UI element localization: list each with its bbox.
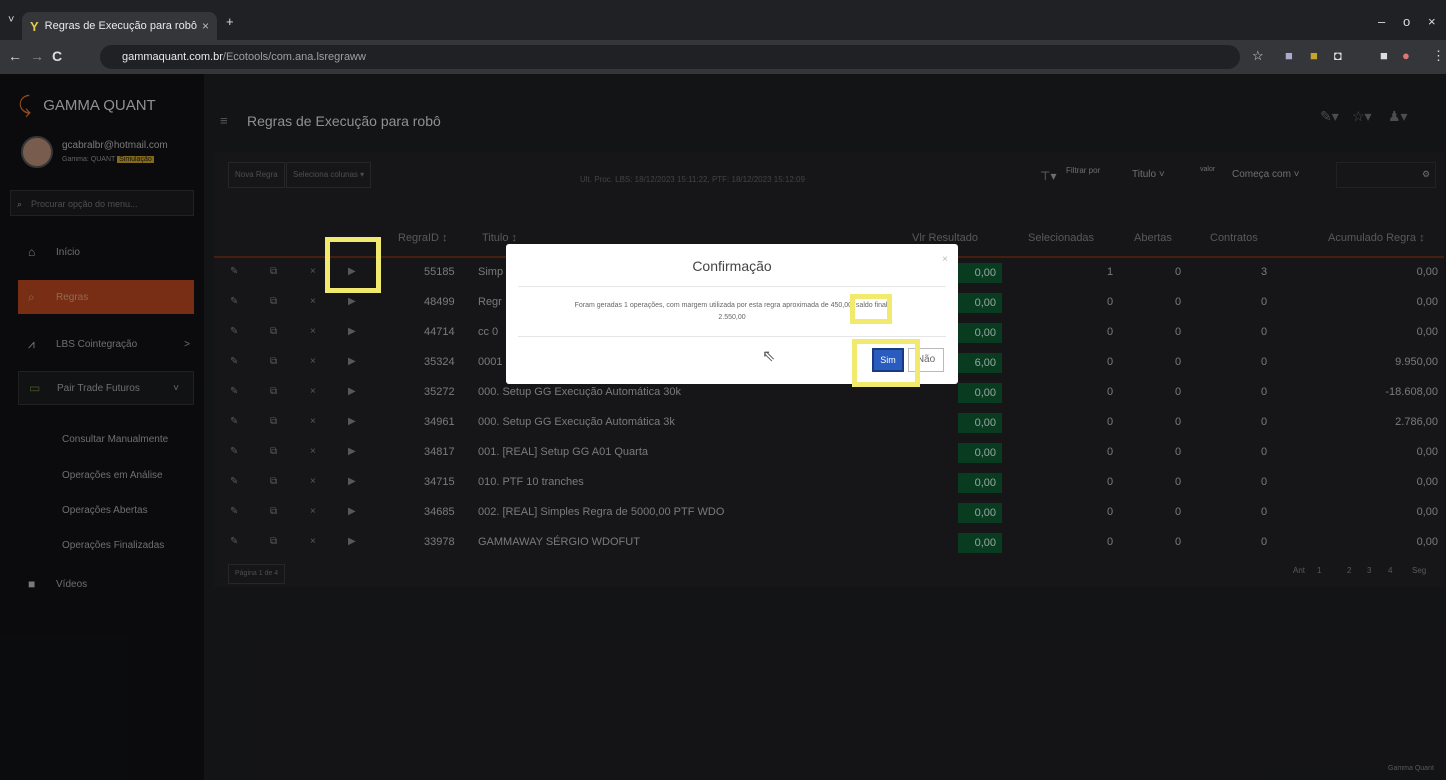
side-panel-icon[interactable]: ■: [1380, 48, 1388, 63]
divider: [518, 286, 946, 287]
margin-amount: 450,00: [830, 302, 853, 309]
browser-menu-icon[interactable]: ⋮: [1432, 48, 1445, 64]
back-icon[interactable]: ←: [8, 48, 22, 64]
highlight-box: [325, 237, 381, 293]
extensions-puzzle-icon[interactable]: ◘: [1334, 48, 1342, 63]
highlight-box: [850, 294, 892, 324]
extension-icon[interactable]: ■: [1285, 48, 1293, 63]
modal-backdrop[interactable]: [0, 74, 1446, 780]
message-part-a: Foram geradas 1 operações, com margem ut…: [574, 302, 829, 309]
highlight-box: [852, 339, 920, 387]
close-window-icon[interactable]: ×: [1428, 14, 1436, 29]
maximize-icon[interactable]: o: [1403, 14, 1410, 29]
bookmark-star-icon[interactable]: ☆: [1252, 48, 1264, 64]
site-logo-icon: Y: [30, 18, 39, 34]
minimize-icon[interactable]: –: [1378, 14, 1385, 29]
mouse-cursor-icon: ⇖: [762, 348, 776, 365]
tab-menu-icon[interactable]: ˅: [8, 14, 14, 26]
browser-tab[interactable]: Y Regras de Execução para robô ×: [22, 12, 217, 40]
forward-icon[interactable]: →: [30, 48, 44, 64]
url-path: /Ecotools/com.ana.lsregraww: [222, 51, 366, 63]
tab-close-icon[interactable]: ×: [202, 19, 209, 33]
reload-icon[interactable]: C: [52, 48, 62, 64]
tab-title: Regras de Execução para robô: [44, 20, 197, 32]
divider: [518, 336, 946, 337]
url-input[interactable]: gammaquant.com.br/Ecotools/com.ana.lsreg…: [100, 45, 1240, 69]
browser-tab-bar: ˅ Y Regras de Execução para robô × + – o…: [0, 0, 1446, 40]
extension-icon[interactable]: ■: [1310, 48, 1318, 63]
final-balance: 2.550,00: [718, 314, 746, 321]
new-tab-button[interactable]: +: [226, 14, 234, 29]
profile-avatar-icon[interactable]: ●: [1402, 48, 1410, 63]
dialog-title: Confirmação: [692, 258, 772, 274]
url-domain: gammaquant.com.br: [122, 51, 223, 63]
close-icon[interactable]: ×: [942, 254, 948, 265]
